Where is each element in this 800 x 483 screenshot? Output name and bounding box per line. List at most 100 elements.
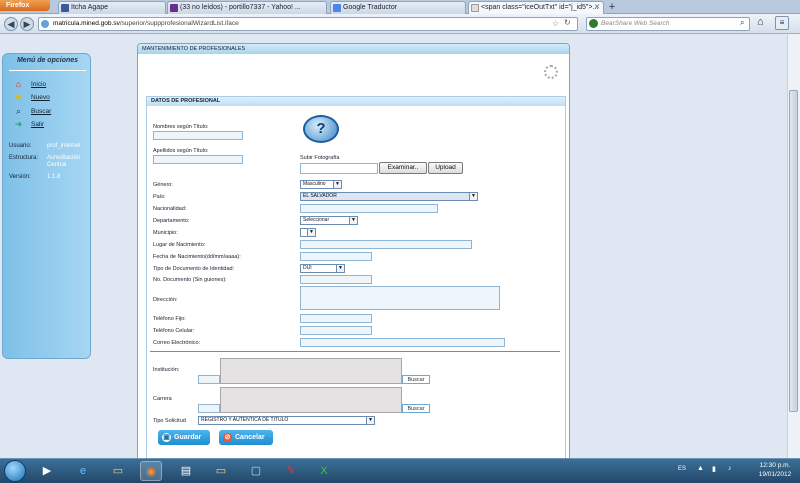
buscar-institucion-button[interactable]: Buscar <box>402 375 430 384</box>
folder-icon[interactable]: ▭ <box>210 461 232 481</box>
institucion-display <box>220 358 402 384</box>
panel-title: MANTENIMIENTO DE PROFESIONALES <box>138 44 569 54</box>
nombres-label: Nombres según Título: <box>153 124 209 130</box>
buscar-carrera-button[interactable]: Buscar <box>402 404 430 413</box>
nombres-input[interactable] <box>153 131 243 140</box>
menu-item-inicio[interactable]: ⌂ Inicio <box>13 79 46 90</box>
clock[interactable]: 12:30 p.m. 19/01/2012 <box>752 461 798 479</box>
firefox-taskbar-icon[interactable]: ◉ <box>140 461 162 481</box>
volume-icon[interactable]: ♪ <box>728 465 732 472</box>
firefox-menu-button[interactable]: Firefox <box>0 0 50 11</box>
menu-item-label: Salir <box>31 121 45 128</box>
scrollbar-thumb[interactable] <box>789 90 798 412</box>
url-bar[interactable]: matricula.mined.gob.sv/superior/suppprof… <box>38 17 578 31</box>
fecha-nacimiento-input[interactable] <box>300 252 372 261</box>
cancelar-button[interactable]: ⊘ Cancelar <box>219 430 273 445</box>
chevron-down-icon: ▼ <box>336 265 344 272</box>
structure-value: Acreditación Central <box>47 155 81 168</box>
correo-label: Correo Electrónico: <box>153 340 201 346</box>
side-menu: Menú de opciones ⌂ Inicio ★ Nuevo ⌕ Busc… <box>2 53 91 359</box>
guardar-label: Guardar <box>174 434 202 441</box>
correo-input[interactable] <box>300 338 505 347</box>
version-label: Versión: <box>9 174 31 180</box>
search-engine-icon[interactable] <box>589 19 598 28</box>
paint-icon[interactable]: ✎ <box>280 461 302 481</box>
genero-select[interactable]: Masculino ▼ <box>300 180 342 189</box>
bookmark-star-icon[interactable]: ☆ <box>552 19 559 28</box>
menu-item-nuevo[interactable]: ★ Nuevo <box>13 92 49 103</box>
tipo-solicitud-value: REGISTRO Y AUTENTICA DE TITULO <box>201 417 289 423</box>
subir-foto-label: Subir Fotografía <box>300 155 340 161</box>
window-icon[interactable]: ▢ <box>245 461 267 481</box>
tab-label: (33 no leídos) - portillo7337 - Yahoo! .… <box>180 4 301 11</box>
tab-current[interactable]: <span class="iceOutTxt" id="j_id5">... ✕ <box>468 1 604 14</box>
genero-value: Masculino <box>303 181 326 187</box>
pais-label: País: <box>153 194 166 200</box>
clock-date: 19/01/2012 <box>758 471 792 478</box>
fecha-nacimiento-label: Fecha de Nacimiento(dd/mm/aaaa): <box>153 254 241 260</box>
close-tab-icon[interactable]: ✕ <box>594 2 600 14</box>
new-tab-button[interactable]: + <box>605 1 619 14</box>
language-indicator[interactable]: ES <box>678 466 686 472</box>
direccion-textarea[interactable] <box>300 286 500 310</box>
upload-button[interactable]: Upload <box>428 162 463 174</box>
network-icon[interactable]: ▮ <box>712 465 716 473</box>
menu-item-salir[interactable]: ➜ Salir <box>13 119 44 130</box>
telefono-celular-input[interactable] <box>300 326 372 335</box>
reload-icon[interactable]: ↻ <box>564 18 571 27</box>
forward-button[interactable]: ▶ <box>20 17 34 31</box>
institucion-label: Institución: <box>153 367 180 373</box>
cancelar-label: Cancelar <box>235 434 265 441</box>
lugar-nacimiento-input[interactable] <box>300 240 472 249</box>
excel-icon[interactable]: X <box>313 461 335 481</box>
chevron-down-icon: ▼ <box>307 229 315 236</box>
nacionalidad-input[interactable] <box>300 204 438 213</box>
apellidos-label: Apellidos según Título: <box>153 148 209 154</box>
departamento-label: Departamento: <box>153 218 190 224</box>
tipo-documento-select[interactable]: DUI ▼ <box>300 264 345 273</box>
search-icon: ⌕ <box>15 106 22 116</box>
apellidos-input[interactable] <box>153 155 243 164</box>
tab-google-traductor[interactable]: Google Traductor <box>330 1 466 14</box>
exit-icon: ➜ <box>14 119 23 129</box>
search-icon[interactable]: ⌕ <box>740 18 744 28</box>
google-icon <box>333 4 341 12</box>
search-input[interactable]: BearShare Web Search <box>586 17 750 31</box>
pais-select[interactable]: EL SALVADOR ▼ <box>300 192 478 201</box>
chevron-down-icon: ▼ <box>333 181 341 188</box>
photo-file-input[interactable] <box>300 163 378 174</box>
site-identity-icon[interactable] <box>41 20 49 28</box>
media-player-icon[interactable]: ▶ <box>36 461 58 481</box>
tab-itcha-agape[interactable]: Itcha Agape <box>58 1 166 14</box>
document-icon[interactable]: ▤ <box>175 461 197 481</box>
menu-title: Menú de opciones <box>16 57 79 64</box>
internet-explorer-icon[interactable]: e <box>72 461 94 481</box>
page-icon <box>471 4 479 12</box>
explorer-folder-icon[interactable]: ▭ <box>107 461 129 481</box>
telefono-fijo-input[interactable] <box>300 314 372 323</box>
tray-arrow-icon[interactable]: ▲ <box>697 465 704 472</box>
tipo-solicitud-label: Tipo Solicitud <box>153 418 186 424</box>
tab-yahoo-mail[interactable]: (33 no leídos) - portillo7337 - Yahoo! .… <box>167 1 327 14</box>
back-button[interactable]: ◀ <box>4 17 18 31</box>
url-path: /superior/suppprofesionalWizardList.ifac… <box>119 20 239 27</box>
form-divider <box>150 351 560 352</box>
start-button[interactable] <box>4 460 26 482</box>
tipo-documento-label: Tipo de Documento de Identidad: <box>153 266 235 272</box>
tipo-solicitud-select[interactable]: REGISTRO Y AUTENTICA DE TITULO ▼ <box>198 416 375 425</box>
municipio-select[interactable]: ▼ <box>300 228 316 237</box>
examinar-button[interactable]: Examinar.. <box>379 162 427 174</box>
no-documento-input[interactable] <box>300 275 372 284</box>
tab-label: Itcha Agape <box>71 4 108 11</box>
departamento-select[interactable]: Seleccionar ▼ <box>300 216 358 225</box>
home-icon[interactable]: ⌂ <box>757 16 764 28</box>
telefono-fijo-label: Teléfono Fijo: <box>153 316 186 322</box>
menu-item-buscar[interactable]: ⌕ Buscar <box>13 106 51 117</box>
guardar-button[interactable]: ▣ Guardar <box>158 430 210 445</box>
addons-icon[interactable]: ≡ <box>775 16 789 30</box>
carrera-code-input[interactable] <box>198 404 220 413</box>
facebook-icon <box>61 4 69 12</box>
save-icon: ▣ <box>162 433 171 442</box>
nacionalidad-label: Nacionalidad: <box>153 206 187 212</box>
institucion-code-input[interactable] <box>198 375 220 384</box>
